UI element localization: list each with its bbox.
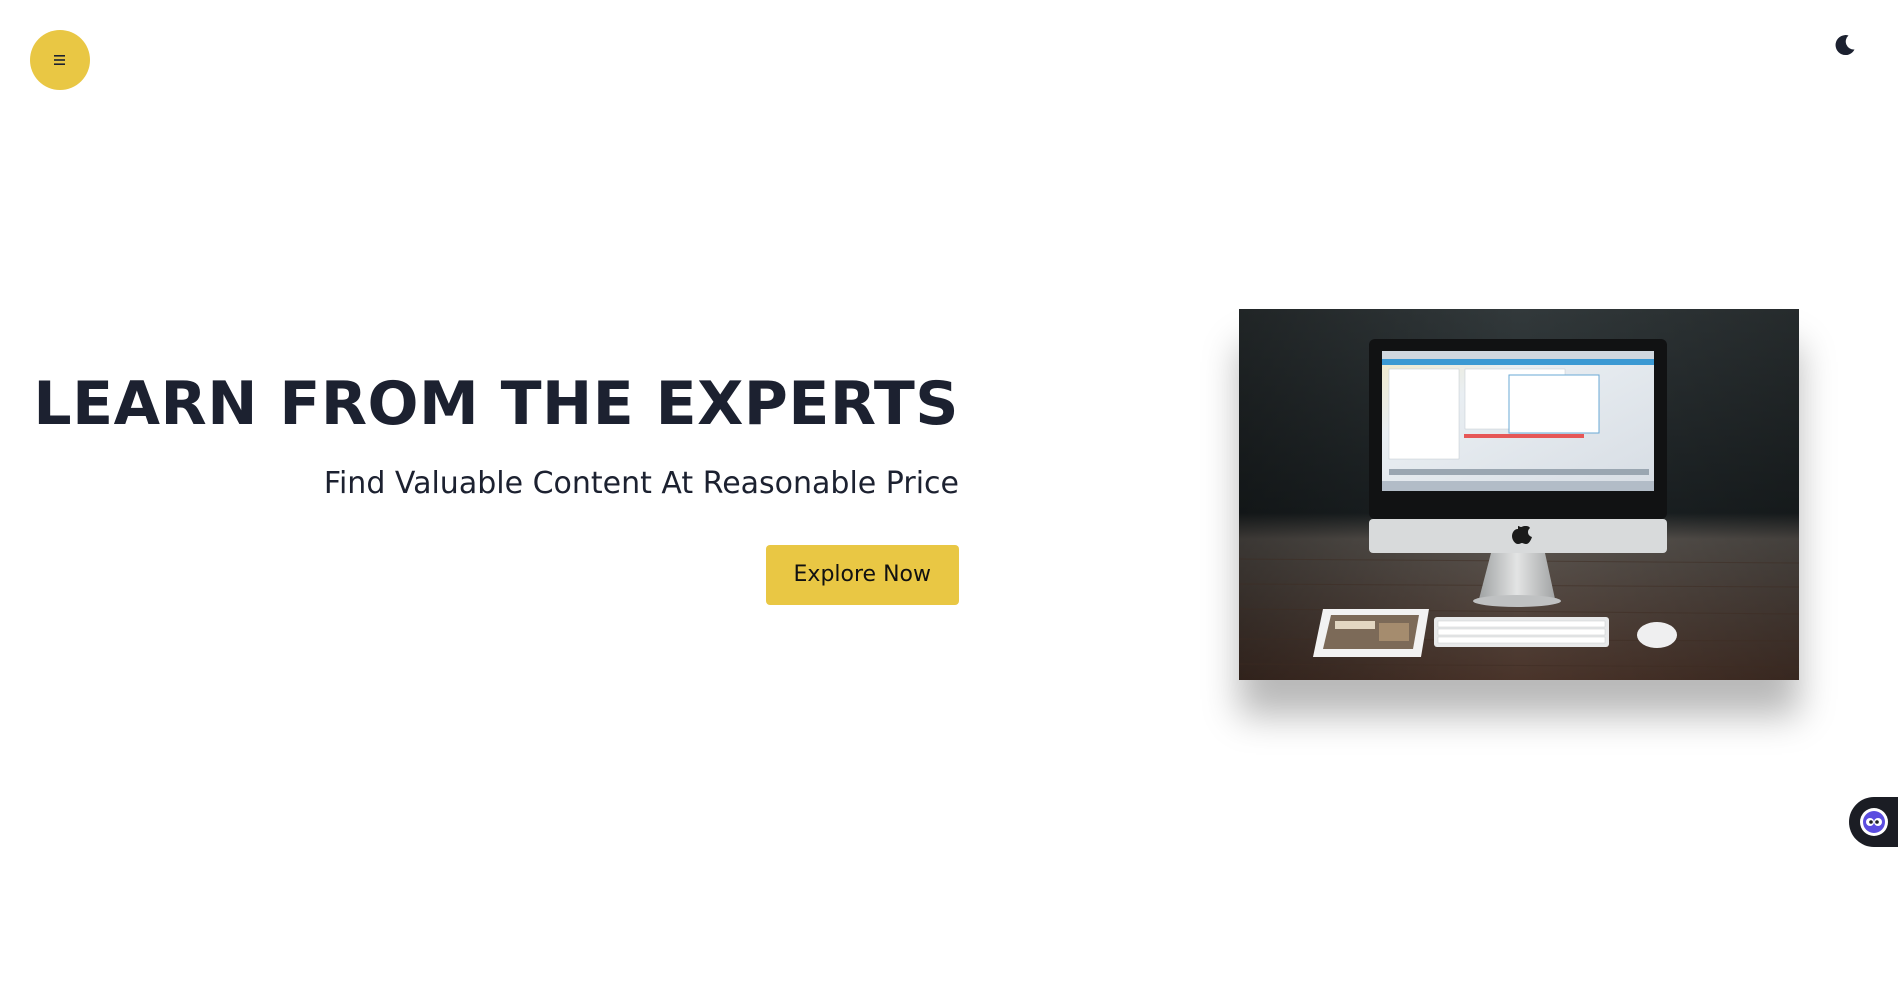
explore-now-button[interactable]: Explore Now bbox=[765, 545, 959, 605]
page: LEARN FROM THE EXPERTS Find Valuable Con… bbox=[0, 0, 1898, 995]
menu-icon bbox=[54, 55, 65, 65]
hero-image bbox=[1239, 309, 1799, 680]
chat-bot-icon bbox=[1860, 808, 1888, 836]
menu-button[interactable] bbox=[30, 30, 90, 90]
chat-widget-button[interactable] bbox=[1849, 797, 1898, 847]
hero-title: LEARN FROM THE EXPERTS bbox=[33, 369, 959, 439]
moon-icon bbox=[1835, 35, 1855, 56]
theme-toggle-button[interactable] bbox=[1830, 30, 1860, 60]
desktop-computer-photo bbox=[1239, 309, 1799, 680]
hero-section: LEARN FROM THE EXPERTS Find Valuable Con… bbox=[33, 368, 959, 605]
hero-subtitle: Find Valuable Content At Reasonable Pric… bbox=[323, 466, 959, 501]
